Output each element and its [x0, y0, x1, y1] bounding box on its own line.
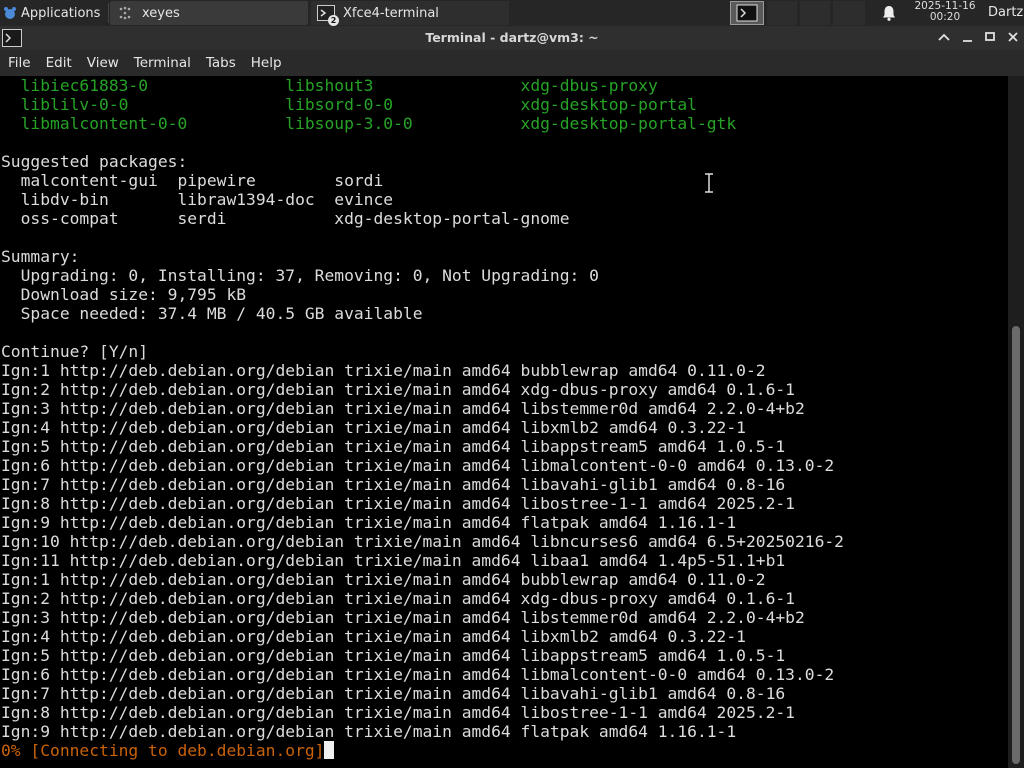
terminal-line: Summary: — [1, 247, 80, 266]
taskbar-item-label: Xfce4-terminal — [343, 5, 439, 21]
terminal-line: Upgrading: 0, Installing: 37, Removing: … — [1, 266, 599, 285]
terminal-line: Ign:2 http://deb.debian.org/debian trixi… — [1, 380, 795, 399]
minimize-button[interactable] — [960, 29, 976, 45]
window-count-badge: 2 — [328, 15, 339, 26]
terminal-line: Ign:7 http://deb.debian.org/debian trixi… — [1, 475, 786, 494]
terminal-status-line: 0% [Connecting to deb.debian.org] — [1, 741, 335, 760]
minimize-icon — [963, 40, 972, 42]
terminal-line: Ign:7 http://deb.debian.org/debian trixi… — [1, 684, 786, 703]
menu-edit[interactable]: Edit — [38, 55, 79, 71]
workspace-2-button[interactable] — [767, 1, 797, 25]
menu-file[interactable]: File — [0, 55, 38, 71]
shade-button[interactable] — [936, 29, 952, 45]
terminal-line: Ign:4 http://deb.debian.org/debian trixi… — [1, 627, 746, 646]
terminal-line: Ign:10 http://deb.debian.org/debian trix… — [1, 532, 844, 551]
terminal-line: Ign:3 http://deb.debian.org/debian trixi… — [1, 399, 805, 418]
terminal-line: libiec61883-0 libshout3 xdg-dbus-proxy — [1, 76, 658, 95]
taskbar-item-label: xeyes — [142, 5, 180, 21]
terminal-line: Ign:9 http://deb.debian.org/debian trixi… — [1, 722, 737, 741]
terminal-line: Ign:4 http://deb.debian.org/debian trixi… — [1, 418, 746, 437]
window-title: Terminal - dartz@vm3: ~ — [425, 30, 599, 45]
terminal-line: oss-compat serdi xdg-desktop-portal-gnom… — [1, 209, 570, 228]
terminal-line: Ign:1 http://deb.debian.org/debian trixi… — [1, 570, 766, 589]
terminal-line: liblilv-0-0 libsord-0-0 xdg-desktop-port… — [1, 95, 697, 114]
menu-view[interactable]: View — [79, 55, 126, 71]
menu-tabs[interactable]: Tabs — [198, 55, 243, 71]
text-cursor-icon — [705, 173, 713, 193]
chevron-up-icon — [938, 33, 950, 41]
terminal-line: Download size: 9,795 kB — [1, 285, 247, 304]
clock-time: 00:20 — [929, 11, 961, 23]
terminal-icon — [736, 4, 758, 22]
maximize-button[interactable] — [982, 29, 998, 45]
workspace-1-button[interactable] — [730, 1, 764, 25]
terminal-line: libdv-bin libraw1394-doc evince — [1, 190, 394, 209]
terminal-line: Ign:5 http://deb.debian.org/debian trixi… — [1, 437, 786, 456]
terminal-line: Space needed: 37.4 MB / 40.5 GB availabl… — [1, 304, 423, 323]
applications-menu-button[interactable]: Applications — [0, 0, 108, 26]
notification-bell-icon[interactable] — [880, 4, 898, 22]
close-icon — [1008, 32, 1018, 42]
top-panel: Applications xeyes 2 Xfce4-terminal 2025… — [0, 0, 1024, 26]
terminal-line: Ign:11 http://deb.debian.org/debian trix… — [1, 551, 786, 570]
menu-help[interactable]: Help — [243, 55, 289, 71]
terminal-line: Continue? [Y/n] — [1, 342, 149, 361]
terminal-cursor — [324, 741, 335, 759]
status-text: 0% [Connecting to deb.debian.org] — [1, 741, 325, 760]
menu-bar: File Edit View Terminal Tabs Help — [0, 50, 1024, 76]
terminal-line: Ign:9 http://deb.debian.org/debian trixi… — [1, 513, 737, 532]
terminal-line: libmalcontent-0-0 libsoup-3.0-0 xdg-desk… — [1, 114, 737, 133]
terminal-line: Ign:6 http://deb.debian.org/debian trixi… — [1, 456, 835, 475]
terminal-line: Ign:8 http://deb.debian.org/debian trixi… — [1, 494, 795, 513]
terminal-line: Ign:6 http://deb.debian.org/debian trixi… — [1, 665, 835, 684]
close-button[interactable] — [1005, 29, 1021, 45]
maximize-icon — [985, 32, 995, 41]
taskbar-item-xeyes[interactable]: xeyes — [110, 1, 308, 25]
terminal-line: Ign:8 http://deb.debian.org/debian trixi… — [1, 703, 795, 722]
terminal-line: Ign:2 http://deb.debian.org/debian trixi… — [1, 589, 795, 608]
menu-terminal[interactable]: Terminal — [126, 55, 198, 71]
workspace-3-button[interactable] — [800, 1, 830, 25]
clock[interactable]: 2025-11-16 00:20 — [906, 1, 984, 23]
panel-separator — [108, 3, 109, 23]
terminal-line: malcontent-gui pipewire sordi — [1, 171, 384, 190]
terminal-output[interactable]: libiec61883-0 libshout3 xdg-dbus-proxy l… — [0, 76, 1008, 768]
terminal-line: Ign:5 http://deb.debian.org/debian trixi… — [1, 646, 786, 665]
terminal-line: Ign:1 http://deb.debian.org/debian trixi… — [1, 361, 766, 380]
taskbar-item-terminal[interactable]: 2 Xfce4-terminal — [311, 1, 509, 26]
terminal-icon: 2 — [317, 4, 339, 26]
window-titlebar[interactable]: Terminal - dartz@vm3: ~ — [0, 26, 1024, 50]
applications-label: Applications — [21, 5, 101, 21]
user-menu[interactable]: Dartz — [988, 0, 1023, 26]
xfce-logo-icon — [4, 7, 16, 19]
terminal-line: Suggested packages: — [1, 152, 188, 171]
terminal-line: Ign:3 http://deb.debian.org/debian trixi… — [1, 608, 805, 627]
workspace-4-button[interactable] — [833, 1, 865, 25]
eye-icon — [119, 6, 131, 20]
terminal-scrollbar[interactable] — [1008, 76, 1024, 768]
scrollbar-thumb[interactable] — [1012, 326, 1020, 764]
